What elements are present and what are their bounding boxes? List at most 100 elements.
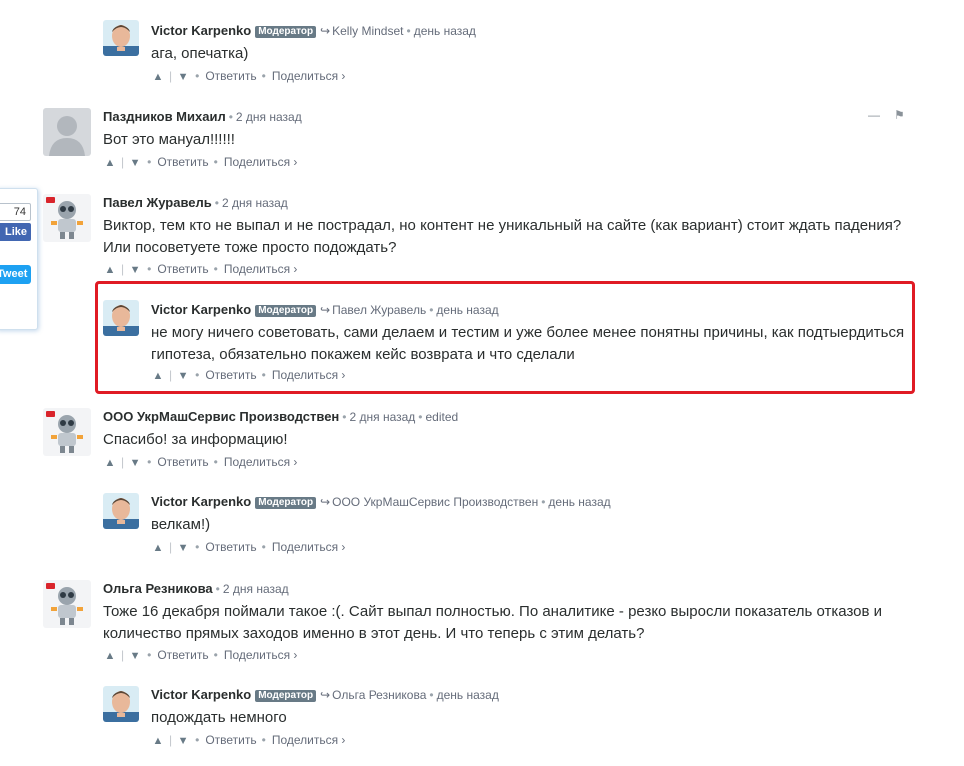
collapse-icon[interactable]: — (868, 108, 880, 122)
comment-time[interactable]: 2 дня назад (349, 410, 415, 424)
separator: | (121, 155, 125, 169)
comment-reply: Victor Karpenko Модератор ↪ Ольга Резникова… (103, 686, 903, 750)
avatar[interactable] (103, 493, 139, 529)
upvote-icon[interactable]: ▲ (151, 69, 165, 85)
upvote-icon[interactable]: ▲ (103, 262, 117, 278)
comment-actions: ▲ | ▼ • Ответить • Поделиться › (151, 732, 346, 749)
author-name[interactable]: Victor Karpenko (151, 23, 251, 38)
bullet: • (195, 69, 200, 83)
comment-text: Тоже 16 декабря поймали такое :(. Сайт в… (103, 601, 882, 645)
comment-text-line: гипотеза, обязательно покажем кейс возвр… (151, 346, 575, 363)
author-name[interactable]: Victor Karpenko (151, 494, 251, 509)
downvote-icon[interactable]: ▼ (128, 262, 142, 278)
author-name[interactable]: ООО УкрМашСервис Производствен (103, 409, 339, 424)
comment-reply: Victor Karpenko Модератор ↪ Павел Журавель •… (103, 300, 911, 388)
bullet: • (213, 262, 218, 276)
reply-button[interactable]: Ответить (157, 455, 208, 469)
downvote-icon[interactable]: ▼ (176, 69, 190, 85)
share-button[interactable]: Поделиться › (224, 648, 298, 662)
moderator-badge: Модератор (255, 26, 317, 38)
comment-header: Victor Karpenko Модератор ↪ Ольга Резникова… (151, 687, 499, 703)
avatar[interactable] (103, 686, 139, 722)
man-photo-icon (103, 686, 139, 722)
man-photo-icon (103, 493, 139, 529)
avatar[interactable] (43, 108, 91, 156)
comment-actions: ▲ | ▼ • Ответить • Поделиться › (103, 154, 298, 171)
upvote-icon[interactable]: ▲ (151, 540, 165, 556)
bullet: • (214, 196, 219, 210)
reply-to-author[interactable]: ООО УкрМашСервис Производствен (332, 495, 538, 509)
avatar[interactable] (103, 300, 139, 336)
bullet: • (261, 540, 266, 554)
default-avatar-icon (43, 108, 91, 156)
author-name[interactable]: Victor Karpenko (151, 687, 251, 702)
reply-to-author[interactable]: Kelly Mindset (332, 24, 403, 38)
flag-icon[interactable]: ⚑ (894, 108, 905, 122)
tweet-button[interactable]: Tweet (0, 265, 31, 284)
downvote-icon[interactable]: ▼ (128, 455, 142, 471)
comment-text: Вот это мануал!!!!!! (103, 131, 235, 148)
upvote-icon[interactable]: ▲ (103, 648, 117, 664)
reply-button[interactable]: Ответить (205, 69, 256, 83)
comment-time[interactable]: день назад (548, 495, 610, 509)
share-button[interactable]: Поделиться › (272, 540, 346, 554)
avatar[interactable] (43, 408, 91, 456)
downvote-icon[interactable]: ▼ (176, 540, 190, 556)
comment-actions: ▲ | ▼ • Ответить • Поделиться › (103, 261, 298, 278)
reply-button[interactable]: Ответить (157, 155, 208, 169)
comment-time[interactable]: день назад (437, 688, 499, 702)
reply-button[interactable]: Ответить (157, 262, 208, 276)
reply-button[interactable]: Ответить (157, 648, 208, 662)
moderator-badge: Модератор (255, 690, 317, 702)
share-button[interactable]: Поделиться › (272, 368, 346, 382)
comment-time[interactable]: день назад (414, 24, 476, 38)
author-name[interactable]: Паздников Михаил (103, 109, 226, 124)
comment-reply: Victor Karpenko Модератор ↪ ООО УкрМашСерви… (103, 493, 903, 557)
comment-header: Victor Karpenko Модератор ↪ Kelly Mindset • д… (151, 23, 476, 39)
bullet: • (213, 155, 218, 169)
upvote-icon[interactable]: ▲ (151, 733, 165, 749)
bullet: • (195, 368, 200, 382)
author-name[interactable]: Ольга Резникова (103, 581, 213, 596)
reply-to-author[interactable]: Ольга Резникова (332, 688, 426, 702)
comment-actions: ▲ | ▼ • Ответить • Поделиться › (151, 68, 346, 85)
comment-time[interactable]: 2 дня назад (223, 582, 289, 596)
share-button[interactable]: Поделиться › (272, 69, 346, 83)
downvote-icon[interactable]: ▼ (176, 368, 190, 384)
reply-to-author[interactable]: Павел Журавель (332, 303, 426, 317)
share-button[interactable]: Поделиться › (224, 262, 298, 276)
share-button[interactable]: Поделиться › (224, 455, 298, 469)
robot-avatar-icon (43, 580, 91, 628)
share-button[interactable]: Поделиться › (224, 155, 298, 169)
comment-actions: ▲ | ▼ • Ответить • Поделиться › (151, 539, 346, 556)
bullet: • (215, 582, 220, 596)
comment-time[interactable]: 2 дня назад (236, 110, 302, 124)
comment-time[interactable]: день назад (436, 303, 498, 317)
downvote-icon[interactable]: ▼ (128, 648, 142, 664)
bullet: • (213, 648, 218, 662)
comment-text: не могу ничего советовать, сами делаем и… (151, 322, 904, 366)
comment: Паздников Михаил • 2 дня назад Вот это ман… (43, 108, 903, 178)
bullet: • (261, 368, 266, 382)
avatar[interactable] (43, 580, 91, 628)
reply-button[interactable]: Ответить (205, 540, 256, 554)
downvote-icon[interactable]: ▼ (176, 733, 190, 749)
reply-button[interactable]: Ответить (205, 368, 256, 382)
bullet: • (541, 495, 546, 509)
comment-header: Ольга Резникова • 2 дня назад (103, 581, 289, 597)
avatar[interactable] (43, 194, 91, 242)
author-name[interactable]: Павел Журавель (103, 195, 212, 210)
comment-moderation: — ⚑ (868, 108, 905, 122)
downvote-icon[interactable]: ▼ (128, 155, 142, 171)
upvote-icon[interactable]: ▲ (103, 155, 117, 171)
avatar[interactable] (103, 20, 139, 56)
facebook-like-button[interactable]: Like (0, 223, 31, 241)
reply-button[interactable]: Ответить (205, 733, 256, 747)
share-button[interactable]: Поделиться › (272, 733, 346, 747)
bullet: • (342, 410, 347, 424)
separator: | (121, 648, 125, 662)
upvote-icon[interactable]: ▲ (151, 368, 165, 384)
comment-time[interactable]: 2 дня назад (222, 196, 288, 210)
upvote-icon[interactable]: ▲ (103, 455, 117, 471)
author-name[interactable]: Victor Karpenko (151, 302, 251, 317)
